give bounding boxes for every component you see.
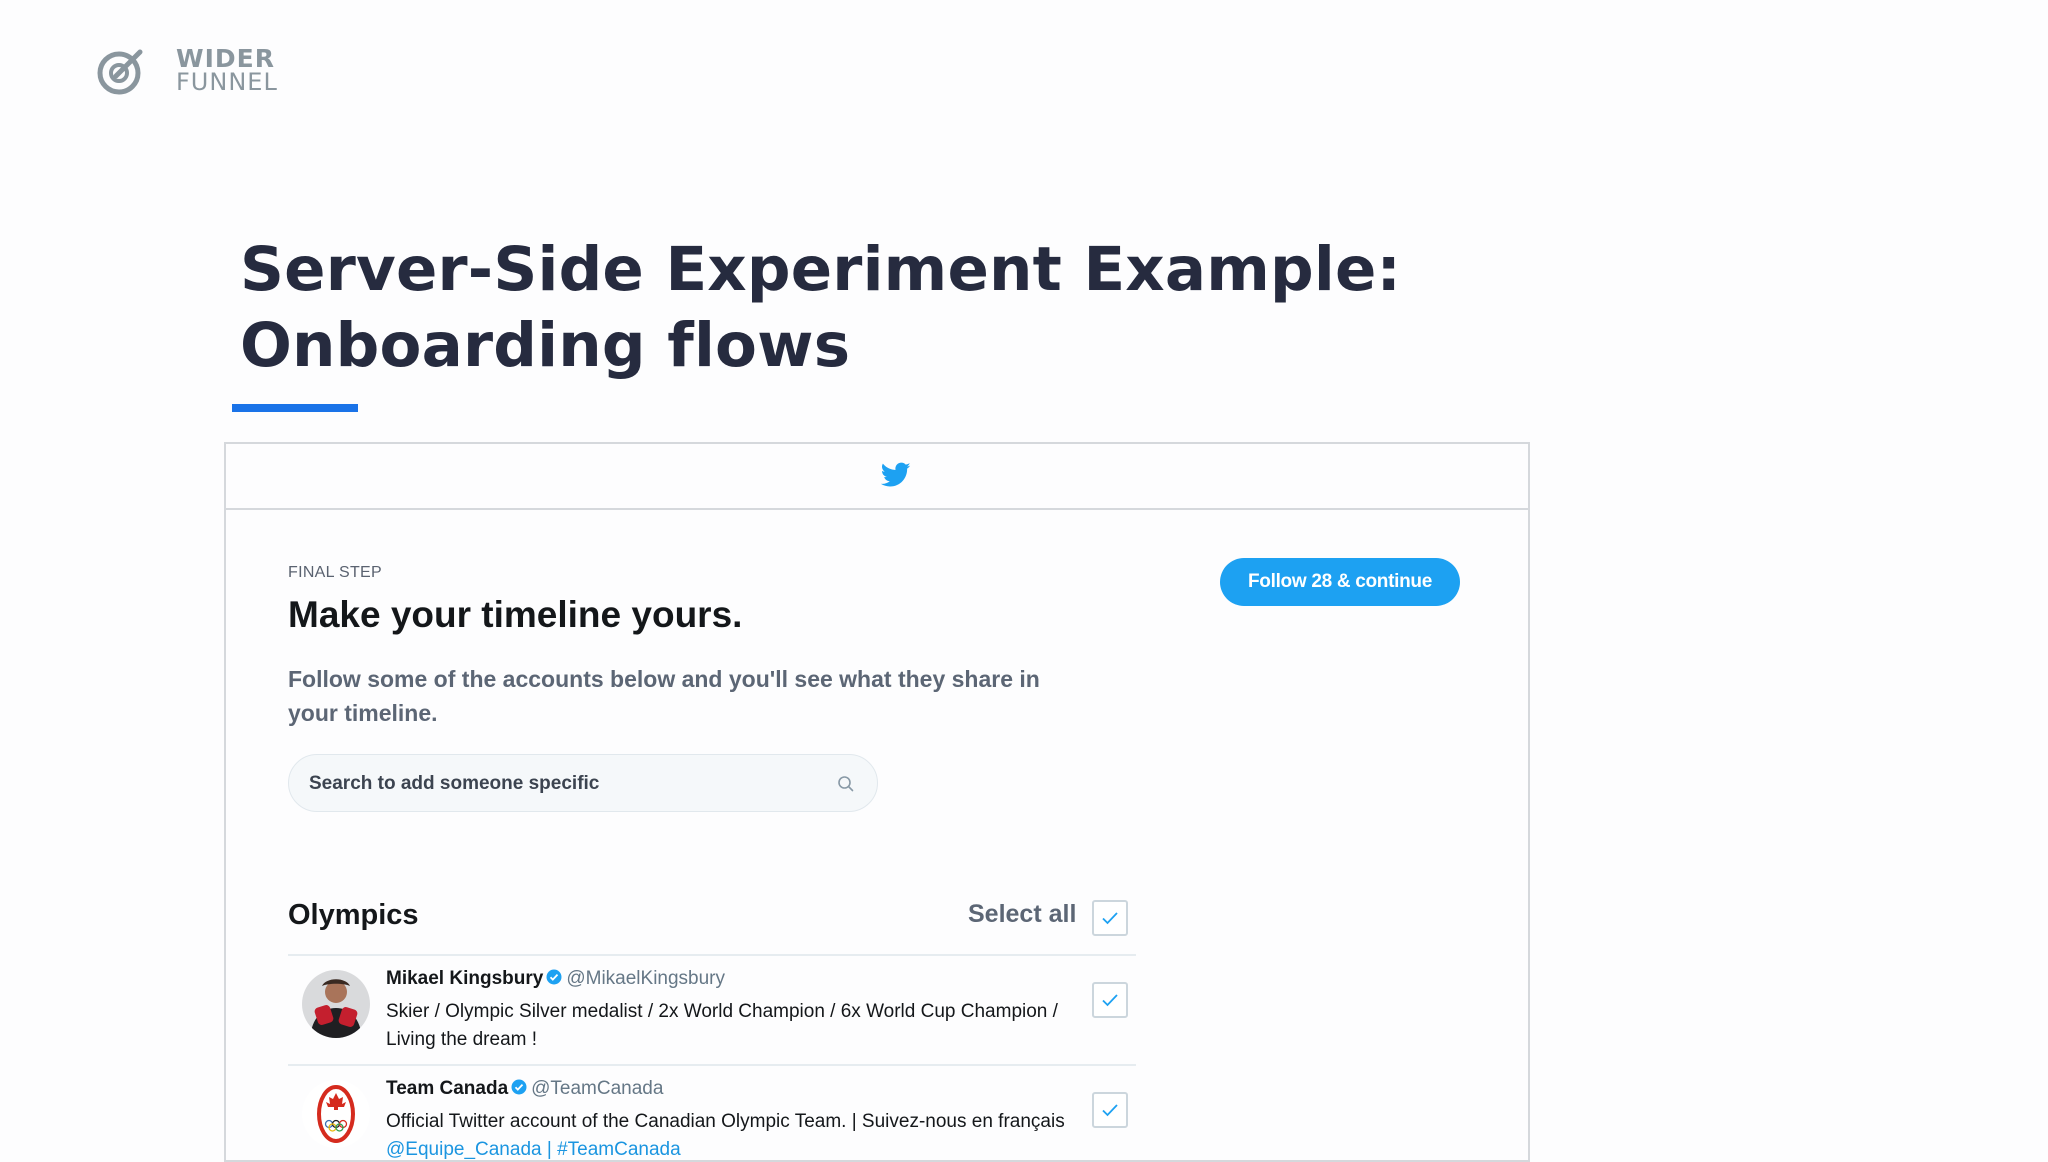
slide-title: Server-Side Experiment Example: Onboardi… bbox=[240, 232, 1401, 384]
slide-title-line-1: Server-Side Experiment Example: bbox=[240, 234, 1402, 305]
onboarding-subtext: Follow some of the accounts below and yo… bbox=[288, 666, 1040, 726]
follow-and-continue-button[interactable]: Follow 28 & continue bbox=[1220, 558, 1460, 606]
select-all-label[interactable]: Select all bbox=[968, 900, 1076, 929]
account-name: Team Canada @TeamCanada bbox=[386, 1078, 664, 1099]
account-name: Mikael Kingsbury @MikaelKingsbury bbox=[386, 968, 726, 989]
group-title: Olympics bbox=[288, 899, 419, 931]
search-icon[interactable] bbox=[837, 775, 855, 793]
avatar bbox=[302, 1080, 370, 1148]
verified-badge-icon bbox=[546, 969, 562, 985]
avatar bbox=[302, 970, 370, 1038]
verified-badge-icon bbox=[511, 1079, 527, 1095]
logo-word-bottom: FUNNEL bbox=[176, 68, 278, 96]
checkmark-icon bbox=[1102, 912, 1118, 925]
search-input[interactable] bbox=[307, 755, 831, 813]
account-bio: Official Twitter account of the Canadian… bbox=[386, 1111, 1065, 1160]
slide-title-line-2: Onboarding flows bbox=[240, 310, 851, 381]
account-checkbox[interactable] bbox=[1092, 982, 1128, 1018]
step-label: FINAL STEP bbox=[288, 564, 382, 581]
target-logo-icon bbox=[97, 49, 143, 95]
account-row[interactable]: Mikael Kingsbury @MikaelKingsbury Skier /… bbox=[288, 956, 1136, 1064]
twitter-bird-icon[interactable] bbox=[881, 462, 911, 488]
onboarding-headline: Make your timeline yours. bbox=[288, 594, 743, 635]
search-box bbox=[288, 754, 878, 813]
account-handle: @TeamCanada bbox=[531, 1078, 664, 1099]
account-bio: Skier / Olympic Silver medalist / 2x Wor… bbox=[386, 1001, 1058, 1050]
account-bio-links[interactable]: @Equipe_Canada | #TeamCanada bbox=[386, 1139, 681, 1160]
account-row[interactable]: Team Canada @TeamCanada Official Twitter … bbox=[288, 1066, 1136, 1160]
title-underline bbox=[232, 404, 358, 412]
account-handle: @MikaelKingsbury bbox=[566, 968, 726, 989]
checkmark-icon bbox=[1102, 1104, 1118, 1117]
select-all-checkbox[interactable] bbox=[1092, 900, 1128, 936]
checkmark-icon bbox=[1102, 994, 1118, 1007]
twitter-onboarding-screenshot: FINAL STEP Make your timeline yours. Fol… bbox=[224, 442, 1530, 1162]
wider-funnel-logo: WIDER FUNNEL bbox=[96, 46, 296, 96]
account-checkbox[interactable] bbox=[1092, 1092, 1128, 1128]
twitter-header bbox=[226, 444, 1528, 510]
